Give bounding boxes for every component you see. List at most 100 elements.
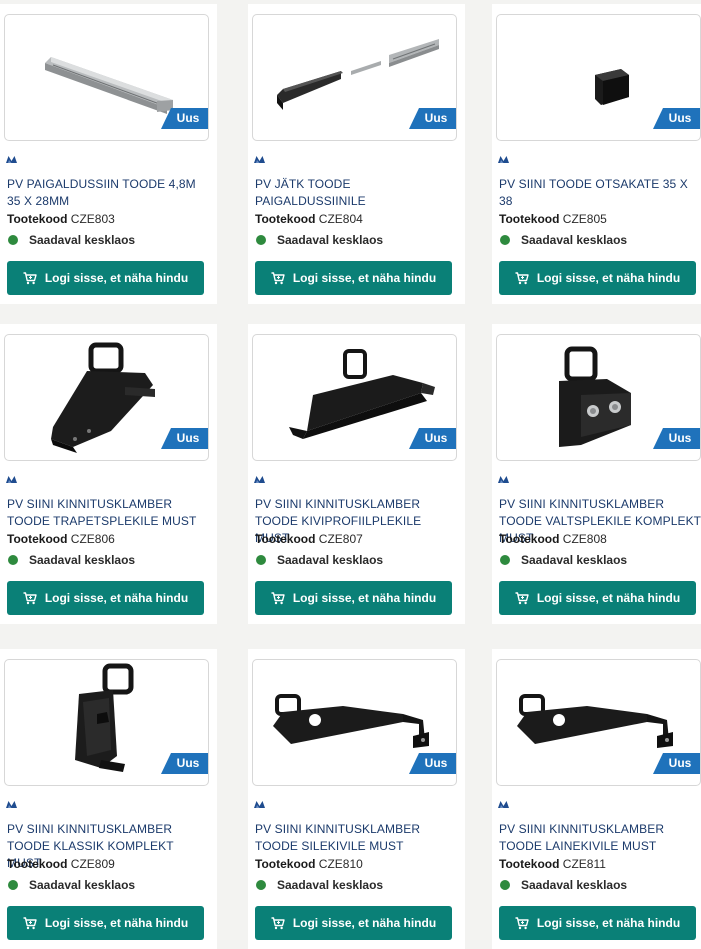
brand-logo-icon (498, 476, 509, 483)
product-code-row: Tootekood CZE810 (255, 857, 363, 871)
login-to-see-price-label: Logi sisse, et näha hindu (536, 271, 681, 285)
shopping-cart-icon (23, 271, 37, 284)
in-stock-dot-icon (8, 555, 18, 565)
stock-status-label: Saadaval kesklaos (277, 553, 384, 567)
brand-logo-icon (498, 156, 509, 163)
product-code-row: Tootekood CZE806 (7, 532, 115, 546)
product-title[interactable]: PV PAIGALDUSSIIN TOODE 4,8m 35 x 28mm (7, 176, 209, 210)
stock-status: Saadaval kesklaos (499, 553, 627, 567)
stock-status: Saadaval kesklaos (499, 233, 627, 247)
login-to-see-price-button[interactable]: Logi sisse, et näha hindu (255, 581, 452, 615)
product-image[interactable]: Uus (252, 659, 457, 786)
product-code-label: Tootekood (499, 212, 560, 226)
login-to-see-price-button[interactable]: Logi sisse, et näha hindu (7, 261, 204, 295)
product-code-label: Tootekood (255, 212, 316, 226)
product-code-value: CZE809 (70, 857, 115, 871)
product-code-label: Tootekood (7, 532, 68, 546)
product-title[interactable]: PV JÄTK TOODE PAIGALDUSSIINILE (255, 176, 457, 210)
stock-status-label: Saadaval kesklaos (29, 878, 136, 892)
product-code-label: Tootekood (499, 532, 560, 546)
login-to-see-price-label: Logi sisse, et näha hindu (44, 591, 189, 605)
brand-logo-icon (6, 156, 17, 163)
product-image[interactable]: Uus (252, 334, 457, 461)
product-code-value: CZE811 (562, 857, 606, 871)
shopping-cart-icon (515, 271, 529, 284)
product-image[interactable]: Uus (252, 14, 457, 141)
in-stock-dot-icon (8, 235, 18, 245)
login-to-see-price-button[interactable]: Logi sisse, et näha hindu (499, 906, 696, 940)
product-card: Uus PV SIINI KINNITUSKLAMBER TOODE KIVIP… (248, 324, 465, 624)
login-to-see-price-button[interactable]: Logi sisse, et näha hindu (255, 906, 452, 940)
product-code-label: Tootekood (7, 212, 68, 226)
stock-status-label: Saadaval kesklaos (29, 233, 136, 247)
stock-status-label: Saadaval kesklaos (277, 878, 384, 892)
product-image[interactable]: Uus (496, 14, 701, 141)
product-code-value: CZE804 (318, 212, 363, 226)
in-stock-dot-icon (500, 555, 510, 565)
product-image[interactable]: Uus (4, 659, 209, 786)
stock-status: Saadaval kesklaos (499, 878, 627, 892)
brand-logo-icon (254, 156, 265, 163)
in-stock-dot-icon (8, 880, 18, 890)
product-code-value: CZE808 (562, 532, 607, 546)
login-to-see-price-button[interactable]: Logi sisse, et näha hindu (7, 581, 204, 615)
stock-status-label: Saadaval kesklaos (521, 553, 628, 567)
product-code-label: Tootekood (7, 857, 68, 871)
shopping-cart-icon (23, 591, 37, 604)
stock-status: Saadaval kesklaos (7, 878, 135, 892)
brand-logo-icon (6, 476, 17, 483)
stock-status: Saadaval kesklaos (7, 233, 135, 247)
product-image[interactable]: Uus (496, 659, 701, 786)
login-to-see-price-button[interactable]: Logi sisse, et näha hindu (499, 581, 696, 615)
product-card: Uus PV SIINI KINNITUSKLAMBER TOODE KLASS… (0, 649, 217, 949)
shopping-cart-icon (271, 916, 285, 929)
product-code-row: Tootekood CZE804 (255, 212, 363, 226)
login-to-see-price-button[interactable]: Logi sisse, et näha hindu (255, 261, 452, 295)
product-title[interactable]: PV SIINI KINNITUSKLAMBER TOODE LAINEKIVI… (499, 821, 701, 855)
product-card: Uus PV SIINI KINNITUSKLAMBER TOODE TRAPE… (0, 324, 217, 624)
login-to-see-price-label: Logi sisse, et näha hindu (44, 271, 189, 285)
product-title[interactable]: PV SIINI TOODE OTSAKATE 35 x 38 (499, 176, 701, 210)
product-code-row: Tootekood CZE807 (255, 532, 363, 546)
login-to-see-price-label: Logi sisse, et näha hindu (292, 271, 437, 285)
shopping-cart-icon (271, 591, 285, 604)
login-to-see-price-label: Logi sisse, et näha hindu (292, 916, 437, 930)
product-card: Uus PV JÄTK TOODE PAIGALDUSSIINILE Toote… (248, 4, 465, 304)
product-image[interactable]: Uus (496, 334, 701, 461)
product-code-value: CZE803 (70, 212, 115, 226)
login-to-see-price-button[interactable]: Logi sisse, et näha hindu (7, 906, 204, 940)
product-card: Uus PV PAIGALDUSSIIN TOODE 4,8m 35 x 28m… (0, 4, 217, 304)
shopping-cart-icon (515, 591, 529, 604)
product-code-label: Tootekood (255, 532, 316, 546)
product-code-row: Tootekood CZE808 (499, 532, 607, 546)
product-code-row: Tootekood CZE811 (499, 857, 606, 871)
stock-status-label: Saadaval kesklaos (521, 878, 628, 892)
product-title[interactable]: PV SIINI KINNITUSKLAMBER TOODE SILEKIVIL… (255, 821, 457, 855)
in-stock-dot-icon (256, 555, 266, 565)
brand-logo-icon (498, 801, 509, 808)
product-code-label: Tootekood (255, 857, 316, 871)
product-image[interactable]: Uus (4, 334, 209, 461)
product-image[interactable]: Uus (4, 14, 209, 141)
product-card: Uus PV SIINI KINNITUSKLAMBER TOODE SILEK… (248, 649, 465, 949)
product-title[interactable]: PV SIINI KINNITUSKLAMBER TOODE TRAPETSPL… (7, 496, 209, 530)
product-code-row: Tootekood CZE803 (7, 212, 115, 226)
in-stock-dot-icon (500, 235, 510, 245)
shopping-cart-icon (271, 271, 285, 284)
login-to-see-price-label: Logi sisse, et näha hindu (292, 591, 437, 605)
product-code-value: CZE810 (318, 857, 363, 871)
stock-status: Saadaval kesklaos (255, 553, 383, 567)
in-stock-dot-icon (256, 235, 266, 245)
brand-logo-icon (6, 801, 17, 808)
product-code-value: CZE805 (562, 212, 607, 226)
stock-status: Saadaval kesklaos (255, 878, 383, 892)
product-code-row: Tootekood CZE809 (7, 857, 115, 871)
product-code-row: Tootekood CZE805 (499, 212, 607, 226)
login-to-see-price-label: Logi sisse, et näha hindu (536, 916, 681, 930)
product-card: Uus PV SIINI KINNITUSKLAMBER TOODE LAINE… (492, 649, 701, 949)
login-to-see-price-button[interactable]: Logi sisse, et näha hindu (499, 261, 696, 295)
brand-logo-icon (254, 801, 265, 808)
stock-status: Saadaval kesklaos (7, 553, 135, 567)
brand-logo-icon (254, 476, 265, 483)
product-code-label: Tootekood (499, 857, 560, 871)
